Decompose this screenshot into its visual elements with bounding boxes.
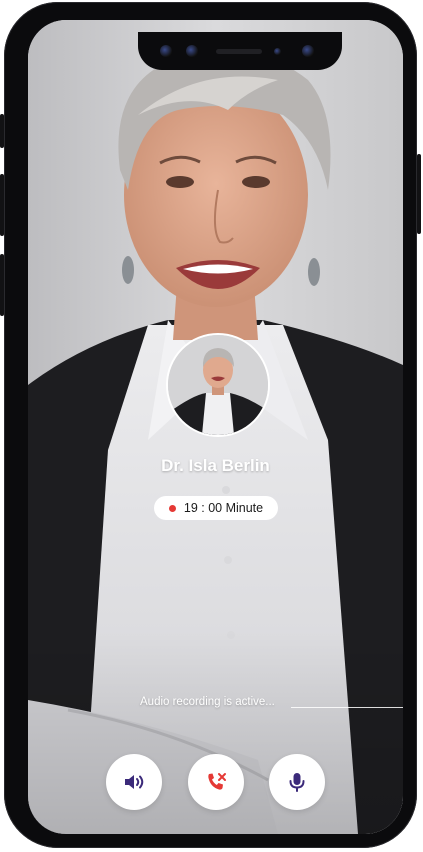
silent-switch: [0, 114, 4, 148]
caller-avatar: [166, 333, 270, 437]
notch: [138, 32, 342, 70]
phone-frame: Dr. Isla Berlin 19 : 00 Minute Audio rec…: [0, 2, 421, 848]
face-sensor-icon: [186, 45, 198, 57]
call-duration-badge: 19 : 00 Minute: [154, 496, 278, 520]
proximity-sensor-icon: [274, 48, 281, 55]
end-call-icon: [208, 773, 226, 790]
front-camera-icon: [160, 45, 172, 57]
rear-light-sensor-icon: [302, 45, 314, 57]
recording-dot-icon: [168, 504, 176, 512]
recording-progress-line: [291, 707, 403, 708]
call-screen: Dr. Isla Berlin 19 : 00 Minute Audio rec…: [28, 20, 403, 834]
speaker-button[interactable]: [106, 754, 162, 810]
power-button: [417, 154, 421, 234]
microphone-button[interactable]: [269, 754, 325, 810]
volume-down-button: [0, 254, 4, 316]
speaker-icon: [125, 775, 144, 789]
recording-status: Audio recording is active...: [140, 696, 275, 708]
microphone-icon: [289, 773, 305, 792]
volume-up-button: [0, 174, 4, 236]
caller-name: Dr. Isla Berlin: [161, 456, 270, 475]
avatar-photo: [168, 335, 268, 435]
earpiece-speaker: [216, 49, 262, 54]
end-call-button[interactable]: [188, 754, 244, 810]
call-duration: 19 : 00 Minute: [183, 501, 264, 515]
